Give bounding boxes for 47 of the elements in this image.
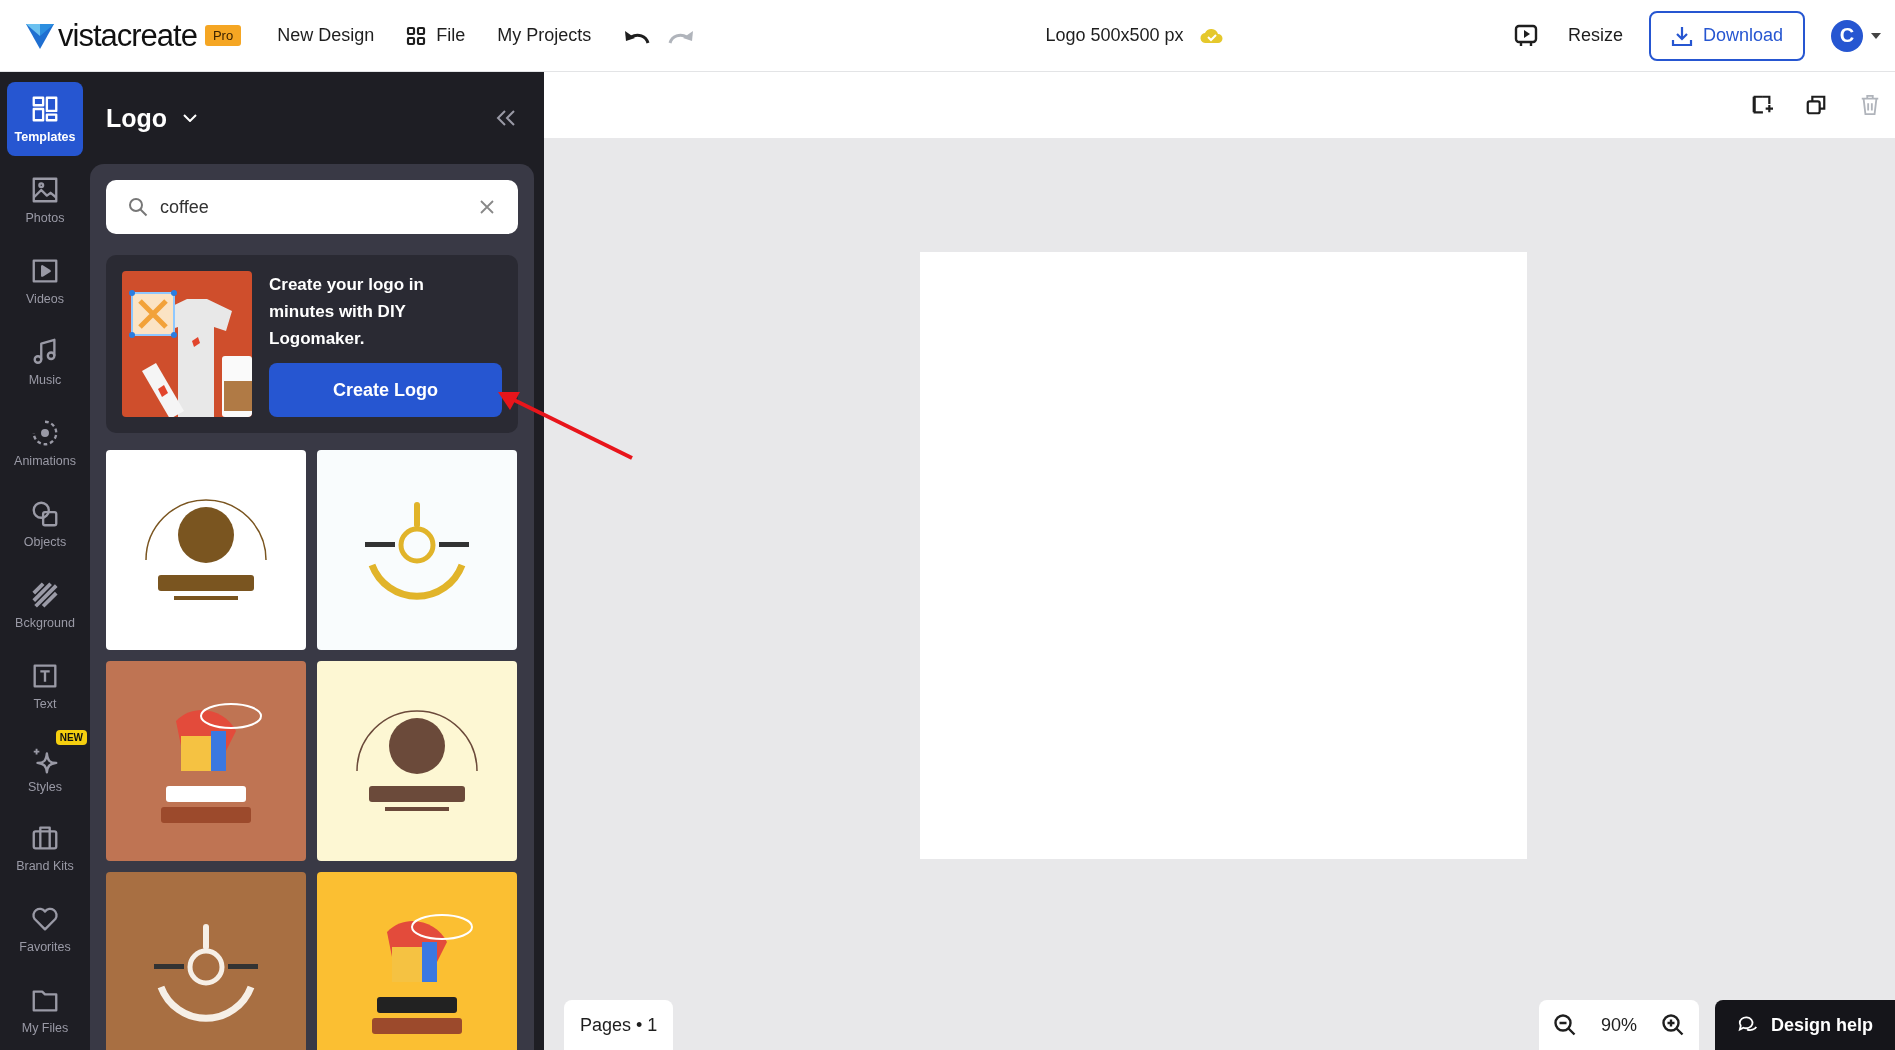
chevron-down-icon [183,114,198,122]
category-dropdown[interactable]: Logo [106,103,198,133]
menu-item[interactable]: My Projects [481,25,608,46]
sidebar-tab[interactable]: My Files [7,973,83,1047]
zoom-out-icon[interactable] [1552,1013,1577,1037]
new-badge: NEW [55,730,87,745]
presentation-icon[interactable] [1513,23,1538,48]
sidebar-tab[interactable]: Videos [7,244,83,318]
zoom-level: 90% [1600,1014,1637,1036]
document-title[interactable]: Logo 500x500 px [1045,25,1184,46]
menu-item[interactable]: New Design [261,25,391,46]
promo-text: Create your logo in minutes with DIY Logomaker. [269,274,425,350]
animation-icon [30,418,60,448]
user-avatar[interactable]: C [1831,19,1863,52]
sidebar-tab[interactable]: Animations [7,406,83,480]
zoom-in-icon[interactable] [1661,1013,1685,1037]
menu-item[interactable]: File [390,25,482,46]
sidebar-tab[interactable]: Styles [7,746,83,804]
sidebar-tab[interactable]: Text [7,649,83,723]
add-page-icon[interactable] [1751,94,1773,116]
search-field[interactable]: coffee [106,180,518,234]
download-button[interactable]: Download [1648,10,1805,61]
sidebar-tab[interactable]: Brand Kits [7,811,83,885]
brand-logo[interactable]: vistacreate [58,17,197,54]
search-icon [128,197,148,217]
shapes-icon [30,499,60,529]
create-logo-button[interactable]: Create Logo [269,363,502,417]
sidebar-tab[interactable]: Music [7,325,83,399]
caret-icon[interactable] [1871,32,1881,39]
resize-button[interactable]: Resize [1561,24,1629,47]
image-icon [30,175,60,205]
sidebar-tab[interactable]: Objects [7,487,83,561]
clear-icon[interactable] [480,200,494,214]
templates-icon [30,94,60,124]
duplicate-icon[interactable] [1805,94,1827,116]
sidebar-tab[interactable]: Favorites [7,892,83,966]
collapse-icon[interactable] [496,110,516,126]
stripes-icon [30,580,60,610]
pages-button[interactable]: Pages • 1 [564,1000,674,1050]
design-help-button[interactable]: Design help [1715,1000,1895,1050]
sidebar-tab[interactable]: Templates [7,82,83,156]
download-icon [1670,24,1693,47]
pro-badge: Pro [204,25,242,46]
cloud-check-icon [1199,27,1224,44]
sidebar-tab[interactable]: Bckground [7,568,83,642]
sidebar-tab[interactable]: Photos [7,163,83,237]
grid-icon [406,25,427,46]
